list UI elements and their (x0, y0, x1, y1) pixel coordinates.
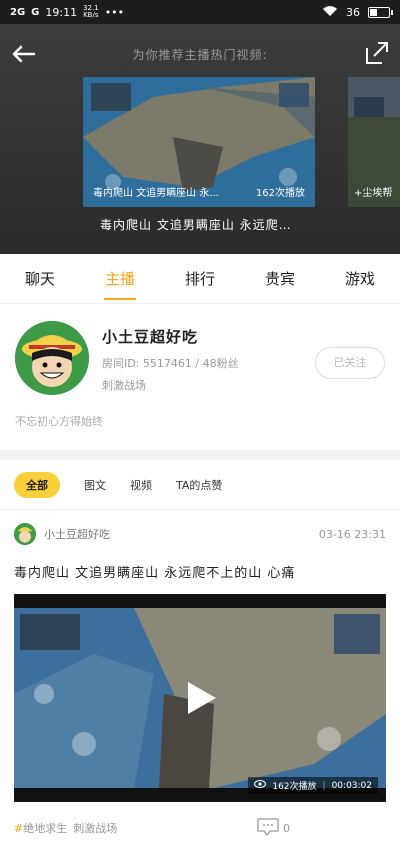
filter-likes[interactable]: TA的点赞 (176, 477, 222, 493)
eye-icon (254, 780, 267, 791)
tag-item[interactable]: #绝地求生 (14, 820, 67, 836)
post-tags: #绝地求生 刺激战场 (14, 820, 117, 836)
tab-vip[interactable]: 贵宾 (240, 254, 320, 304)
game-name: 刺激战场 (102, 379, 146, 392)
tab-chat[interactable]: 聊天 (0, 254, 80, 304)
recommend-title: 为你推荐主播热门视频: (132, 48, 268, 62)
tag-item[interactable]: 刺激战场 (73, 820, 117, 836)
signal-2g: 2G (10, 6, 26, 18)
signal-g: G (31, 6, 40, 18)
battery-icon (368, 6, 393, 18)
recommended-video-caption: 毒内爬山 文追男瞒座山 永远爬… (100, 218, 292, 232)
status-bar: 2G G 19:11 32.1 KB/s ••• 36 (0, 0, 400, 24)
anchor-profile: 小土豆超好吃 房间ID: 5517461 / 48粉丝 刺激战场 已关注 不忘初… (0, 305, 400, 450)
post-header: 小土豆超好吃 03-16 23:31 (14, 523, 386, 545)
share-icon[interactable] (364, 40, 390, 66)
more-dots: ••• (104, 5, 125, 19)
battery-percent: 36 (346, 5, 360, 19)
post-filter-bar: 全部 图文 视频 TA的点赞 (0, 460, 400, 510)
post-avatar[interactable] (14, 523, 36, 545)
filter-image-text[interactable]: 图文 (84, 477, 106, 493)
post-video[interactable]: 162次播放 | 00:03:02 (14, 594, 386, 802)
room-info: 房间ID: 5517461 / 48粉丝 (102, 357, 239, 370)
tab-bar: 聊天 主播 排行 贵宾 游戏 (0, 254, 400, 304)
video-meta: 162次播放 | 00:03:02 (248, 777, 378, 794)
tab-anchor[interactable]: 主播 (80, 254, 160, 304)
card-2-overlay: +尘埃帮 (354, 188, 393, 199)
avatar[interactable] (15, 321, 89, 395)
post-time: 03-16 23:31 (318, 527, 386, 541)
clock: 19:11 (45, 5, 78, 19)
motto: 不忘初心方得始终 (15, 415, 103, 428)
filter-video[interactable]: 视频 (130, 477, 152, 493)
post-footer: #绝地求生 刺激战场 0 (14, 817, 386, 839)
filter-all[interactable]: 全部 (14, 471, 60, 498)
card-overlay: 毒内爬山 文追男瞒座山 永... 162次播放 (93, 188, 305, 199)
comment-button[interactable]: 0 (257, 817, 290, 839)
recommended-video-card-2[interactable]: +尘埃帮 (348, 77, 400, 207)
recommended-videos-header: 为你推荐主播热门视频: 毒内爬山 文追男瞒座山 永... 162次播放 +尘埃帮… (0, 24, 400, 254)
section-divider (0, 450, 400, 460)
post-author: 小土豆超好吃 (44, 528, 110, 541)
username: 小土豆超好吃 (102, 328, 199, 346)
wifi-icon (322, 5, 338, 20)
video-views: 162次播放 (272, 782, 317, 792)
comment-icon (257, 817, 279, 839)
play-icon[interactable] (180, 678, 220, 718)
recommended-video-card[interactable]: 毒内爬山 文追男瞒座山 永... 162次播放 (83, 77, 315, 207)
tab-games[interactable]: 游戏 (320, 254, 400, 304)
post-text: 毒内爬山 文追男瞒座山 永远爬不上的山 心痛 (14, 566, 296, 581)
net-speed: 32.1 KB/s (83, 4, 99, 19)
tab-ranking[interactable]: 排行 (160, 254, 240, 304)
video-duration: 00:03:02 (331, 780, 372, 791)
follow-button[interactable]: 已关注 (315, 347, 385, 379)
meta-separator: | (322, 780, 326, 791)
comment-count: 0 (283, 821, 290, 835)
